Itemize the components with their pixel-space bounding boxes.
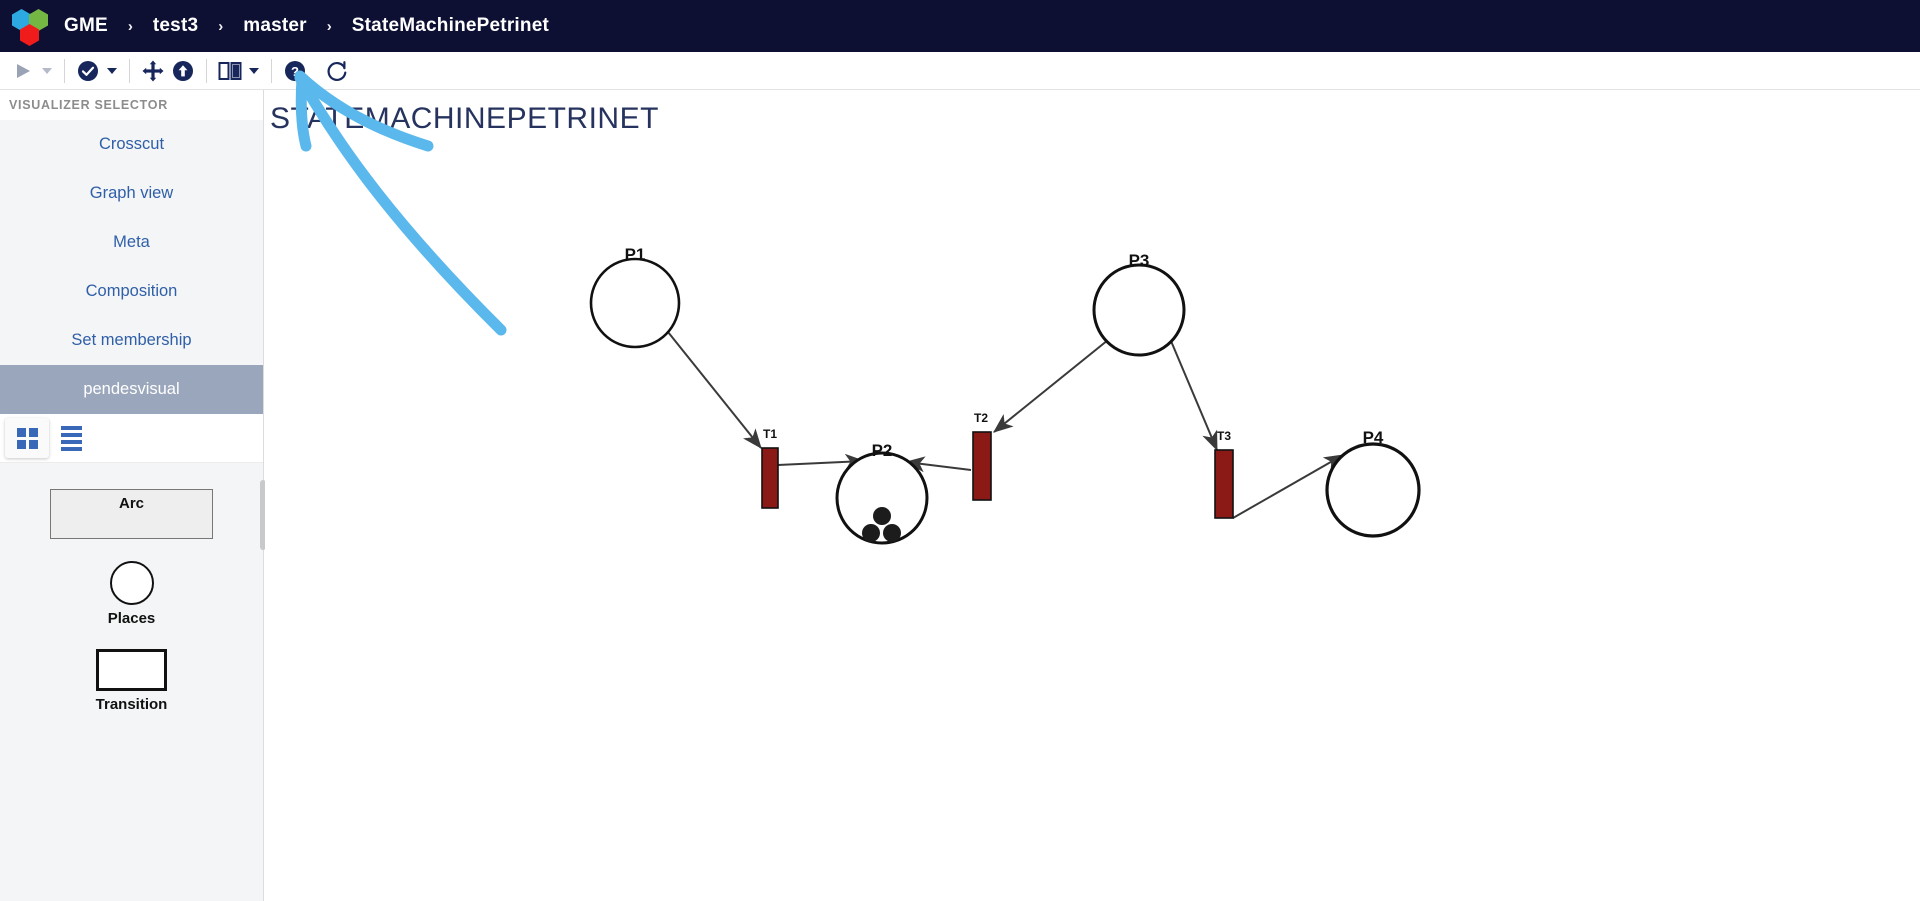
transition-label-t2: T2 [974, 411, 988, 425]
palette-item-arc[interactable]: Arc [0, 489, 263, 539]
toolbar-divider [129, 58, 130, 83]
breadcrumb-separator: › [127, 17, 133, 35]
element-palette: Arc Places Transition [0, 463, 263, 713]
place-p4[interactable]: P4 [1325, 428, 1421, 538]
gme-logo-icon[interactable] [10, 6, 50, 46]
split-panel-icon [215, 60, 245, 82]
play-icon [8, 61, 38, 81]
arc-p3-t3 [1170, 340, 1218, 452]
palette-item-transition[interactable]: Transition [0, 649, 263, 713]
place-label-p2: P2 [872, 441, 893, 460]
chevron-down-icon [38, 67, 56, 74]
export-button[interactable] [168, 52, 198, 90]
top-navigation-bar: GME › test3 › master › StateMachinePetri… [0, 0, 1920, 52]
palette-label-arc: Arc [118, 495, 144, 512]
visualizer-meta[interactable]: Meta [0, 218, 263, 267]
validate-dropdown[interactable] [103, 52, 121, 90]
transition-label-t1: T1 [763, 427, 777, 441]
place-label-p1: P1 [625, 245, 646, 264]
breadcrumb-branch[interactable]: master [243, 15, 307, 37]
place-p1[interactable]: P1 [589, 245, 681, 349]
svg-text:?: ? [291, 63, 299, 78]
breadcrumb-gme[interactable]: GME [64, 15, 108, 37]
move-button[interactable] [138, 52, 168, 90]
grid-icon [16, 427, 38, 449]
token [883, 524, 901, 542]
visualizer-selector-header: VISUALIZER SELECTOR [0, 90, 263, 120]
chevron-down-icon [103, 67, 121, 74]
place-p2[interactable]: P2 [835, 441, 929, 545]
split-panel-button[interactable] [215, 52, 245, 90]
breadcrumb-separator: › [218, 17, 224, 35]
visualizer-set-membership[interactable]: Set membership [0, 316, 263, 365]
visualizer-pendesvisual[interactable]: pendesvisual [0, 365, 263, 414]
toolbar-divider [64, 58, 65, 83]
main-toolbar: ? [0, 52, 1920, 90]
toolbar-divider [271, 58, 272, 83]
left-sidebar: VISUALIZER SELECTOR Crosscut Graph view … [0, 90, 266, 901]
list-icon [60, 425, 82, 451]
palette-item-places[interactable]: Places [0, 561, 263, 627]
arc-p1-t1 [667, 331, 762, 449]
question-circle-icon: ? [280, 60, 310, 82]
transition-t2[interactable]: T2 [972, 411, 992, 501]
place-label-p4: P4 [1363, 428, 1384, 447]
refresh-icon [322, 59, 352, 83]
visualizer-graph-view[interactable]: Graph view [0, 169, 263, 218]
run-plugin-button[interactable] [8, 52, 38, 90]
transition-swatch[interactable] [96, 649, 167, 691]
token [862, 524, 880, 542]
help-button[interactable]: ? [280, 52, 310, 90]
refresh-button[interactable] [322, 52, 352, 90]
arc-p3-t2 [993, 339, 1109, 433]
validate-button[interactable] [73, 52, 103, 90]
palette-label-transition: Transition [95, 696, 168, 713]
list-view-button[interactable] [49, 418, 93, 458]
move-arrows-icon [138, 59, 168, 83]
upload-circle-icon [168, 60, 198, 82]
transition-t3[interactable]: T3 [1214, 429, 1234, 519]
breadcrumb-model[interactable]: StateMachinePetrinet [352, 15, 549, 37]
visualizer-crosscut[interactable]: Crosscut [0, 120, 263, 169]
view-toggle-group [0, 414, 263, 463]
chevron-down-icon [245, 67, 263, 74]
petri-net-diagram: P1 P2 P3 P4 T1 T2 T3 [589, 245, 1421, 545]
place-label-p3: P3 [1129, 251, 1150, 270]
run-plugin-dropdown[interactable] [38, 52, 56, 90]
breadcrumb-separator: › [326, 17, 332, 35]
toolbar-divider [206, 58, 207, 83]
model-canvas[interactable]: STATEMACHINEPETRINET P1 P2 P3 P4 T1 T2 T… [265, 90, 1920, 901]
place-swatch[interactable] [109, 561, 154, 605]
token [873, 507, 891, 525]
palette-label-places: Places [107, 610, 156, 627]
check-circle-icon [73, 60, 103, 82]
grid-view-button[interactable] [5, 418, 49, 458]
breadcrumb-project[interactable]: test3 [153, 15, 198, 37]
transition-label-t3: T3 [1217, 429, 1231, 443]
visualizer-composition[interactable]: Composition [0, 267, 263, 316]
arc-swatch[interactable]: Arc [50, 489, 213, 539]
split-panel-dropdown[interactable] [245, 52, 263, 90]
place-p3[interactable]: P3 [1092, 251, 1186, 357]
transition-t1[interactable]: T1 [761, 427, 779, 509]
